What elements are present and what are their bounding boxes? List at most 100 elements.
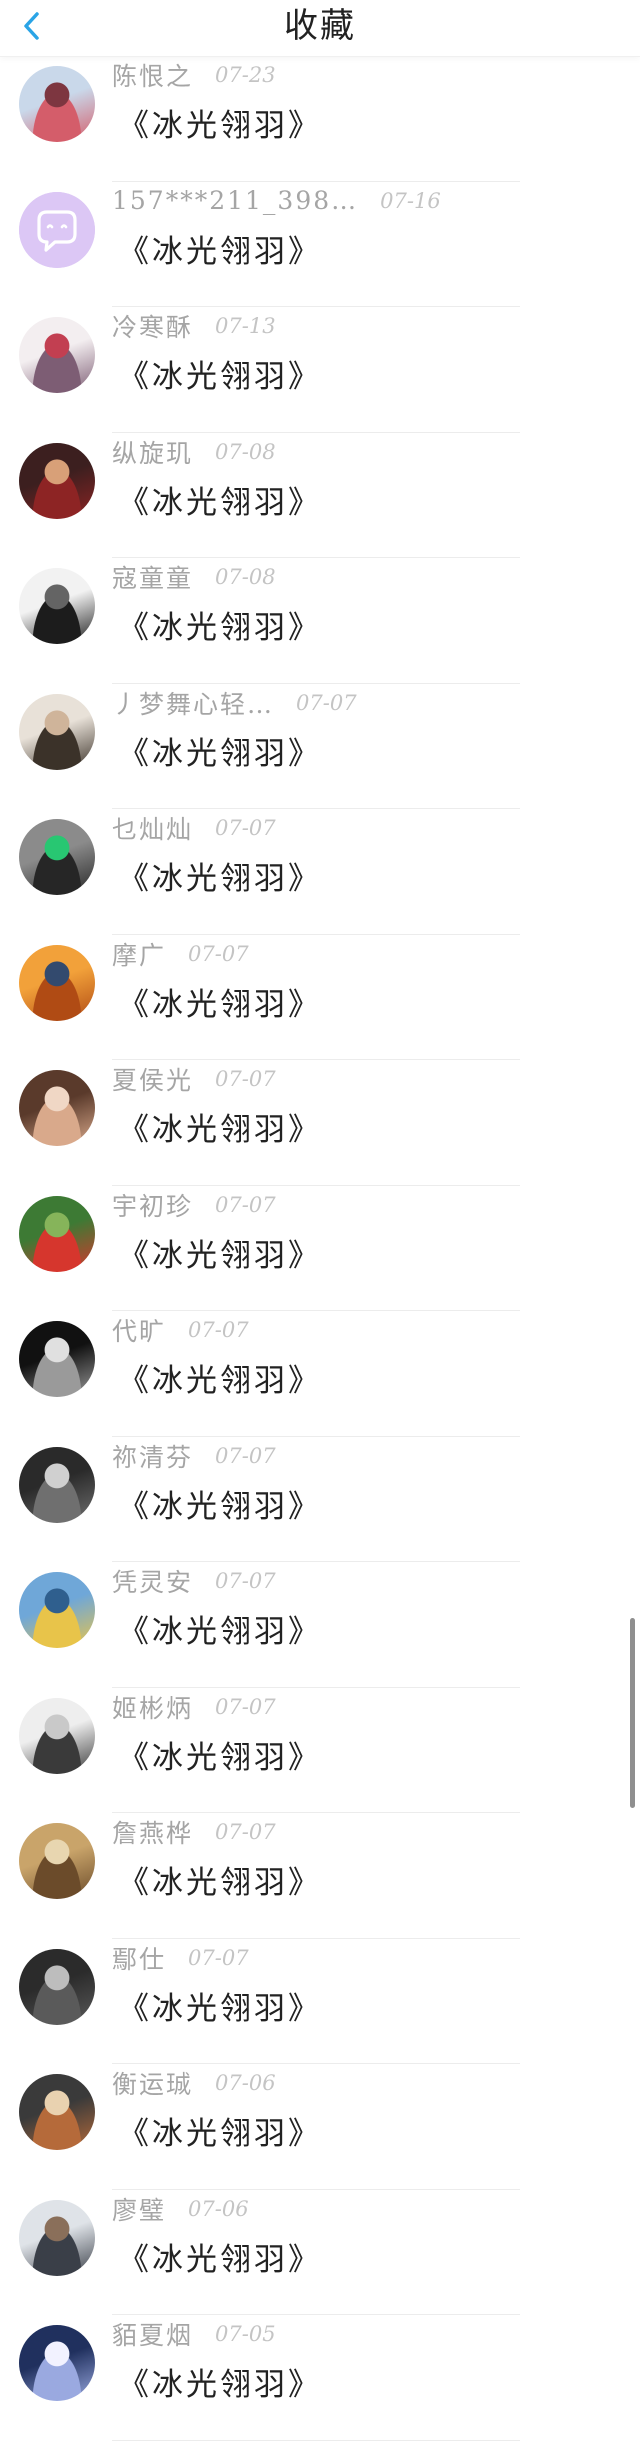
avatar[interactable] [19, 693, 95, 770]
item-date: 07-07 [296, 690, 357, 715]
book-title[interactable]: 《冰光翎羽》 [118, 853, 322, 898]
avatar[interactable] [19, 1321, 95, 1397]
book-title[interactable]: 《冰光翎羽》 [118, 1606, 322, 1651]
avatar[interactable] [19, 442, 95, 519]
avatar[interactable] [19, 2074, 95, 2150]
avatar[interactable] [19, 317, 95, 393]
avatar[interactable] [19, 2325, 95, 2401]
list-item[interactable]: 乜灿灿 07-07 《冰光翎羽》 [0, 809, 640, 935]
page-title: 收藏 [284, 6, 356, 46]
item-meta: 衡运珹 07-06 [112, 2068, 276, 2099]
list-item[interactable]: 寇童童 07-08 《冰光翎羽》 [0, 558, 640, 684]
favorites-list: 陈恨之 07-23 《冰光翎羽》 157***211_398… 07-16 《冰光翎羽》冷… [0, 56, 640, 2441]
avatar[interactable] [19, 1572, 95, 1648]
sender-name: 詹燕桦 [112, 1819, 194, 1848]
list-item[interactable]: 祢清芬 07-07 《冰光翎羽》 [0, 1437, 640, 1562]
sender-name: 衡运珹 [112, 2070, 194, 2099]
chat-bubble-avatar[interactable] [19, 191, 95, 268]
sender-name: 157***211_398… [112, 186, 359, 215]
list-item[interactable]: 廖璧 07-06 《冰光翎羽》 [0, 2190, 640, 2315]
list-item[interactable]: 衡运珹 07-06 《冰光翎羽》 [0, 2064, 640, 2190]
item-meta: 乜灿灿 07-07 [112, 813, 276, 844]
list-item[interactable]: 冷寒酥 07-13 《冰光翎羽》 [0, 307, 640, 433]
list-item[interactable]: 凭灵安 07-07 《冰光翎羽》 [0, 1562, 640, 1688]
top-bar: 收藏 [0, 0, 640, 57]
book-title[interactable]: 《冰光翎羽》 [118, 100, 322, 145]
item-meta: 夏侯光 07-07 [112, 1064, 276, 1095]
item-meta: 157***211_398… 07-16 [112, 186, 441, 216]
avatar[interactable] [19, 1823, 95, 1899]
divider [112, 2439, 520, 2441]
list-item[interactable]: 貊夏烟 07-05 《冰光翎羽》 [0, 2315, 640, 2441]
book-title[interactable]: 《冰光翎羽》 [118, 979, 322, 1024]
sender-name: 凭灵安 [112, 1568, 194, 1597]
list-item[interactable]: 鄢仕 07-07 《冰光翎羽》 [0, 1939, 640, 2064]
item-date: 07-08 [215, 565, 276, 589]
list-item[interactable]: 丿梦舞心轻… 07-07 《冰光翎羽》 [0, 684, 640, 809]
avatar[interactable] [19, 1948, 95, 2025]
item-date: 07-05 [215, 2322, 276, 2346]
list-item[interactable]: 宇初珍 07-07 《冰光翎羽》 [0, 1186, 640, 1311]
avatar[interactable] [19, 66, 95, 142]
sender-name: 祢清芬 [112, 1442, 194, 1472]
sender-name: 貊夏烟 [112, 2321, 194, 2350]
item-meta: 凭灵安 07-07 [112, 1566, 276, 1597]
book-title[interactable]: 《冰光翎羽》 [118, 2359, 322, 2404]
scrollbar[interactable] [630, 1618, 635, 1808]
sender-name: 代旷 [112, 1317, 167, 1346]
sender-name: 丿梦舞心轻… [112, 689, 275, 719]
avatar[interactable] [19, 944, 95, 1021]
sender-name: 陈恨之 [112, 62, 194, 91]
item-date: 07-08 [215, 439, 276, 464]
item-meta: 丿梦舞心轻… 07-07 [112, 688, 357, 719]
book-title[interactable]: 《冰光翎羽》 [118, 351, 322, 396]
item-meta: 姬彬炳 07-07 [112, 1692, 276, 1723]
avatar[interactable] [19, 568, 95, 644]
book-title[interactable]: 《冰光翎羽》 [118, 2108, 322, 2153]
item-meta: 貊夏烟 07-05 [112, 2319, 276, 2350]
book-title[interactable]: 《冰光翎羽》 [118, 1983, 322, 2028]
item-meta: 代旷 07-07 [112, 1315, 249, 1346]
list-item[interactable]: 157***211_398… 07-16 《冰光翎羽》 [0, 182, 640, 307]
book-title[interactable]: 《冰光翎羽》 [118, 728, 322, 773]
avatar[interactable] [19, 1446, 95, 1523]
book-title[interactable]: 《冰光翎羽》 [118, 226, 322, 271]
sender-name: 纵旋玑 [112, 438, 194, 468]
avatar[interactable] [19, 1070, 95, 1146]
item-date: 07-07 [215, 1192, 276, 1217]
list-item[interactable]: 姬彬炳 07-07 《冰光翎羽》 [0, 1688, 640, 1813]
item-meta: 陈恨之 07-23 [112, 60, 276, 91]
book-title[interactable]: 《冰光翎羽》 [118, 1732, 322, 1777]
item-meta: 冷寒酥 07-13 [112, 311, 276, 342]
item-date: 07-06 [215, 2071, 276, 2095]
sender-name: 寇童童 [112, 564, 194, 593]
list-item[interactable]: 纵旋玑 07-08 《冰光翎羽》 [0, 433, 640, 558]
sender-name: 鄢仕 [112, 1944, 167, 1974]
book-title[interactable]: 《冰光翎羽》 [118, 1230, 322, 1275]
item-date: 07-07 [215, 1067, 276, 1091]
list-item[interactable]: 詹燕桦 07-07 《冰光翎羽》 [0, 1813, 640, 1939]
item-date: 07-07 [215, 1820, 276, 1844]
book-title[interactable]: 《冰光翎羽》 [118, 477, 322, 522]
book-title[interactable]: 《冰光翎羽》 [118, 1355, 322, 1400]
avatar[interactable] [19, 1697, 95, 1774]
item-date: 07-23 [215, 63, 276, 87]
chat-bubble-icon [19, 191, 95, 268]
list-item[interactable]: 摩广 07-07 《冰光翎羽》 [0, 935, 640, 1060]
sender-name: 姬彬炳 [112, 1693, 194, 1723]
item-date: 07-07 [215, 1694, 276, 1719]
sender-name: 廖璧 [112, 2195, 167, 2225]
item-date: 07-06 [188, 2196, 249, 2221]
list-item[interactable]: 代旷 07-07 《冰光翎羽》 [0, 1311, 640, 1437]
avatar[interactable] [19, 1195, 95, 1272]
avatar[interactable] [19, 2199, 95, 2276]
avatar[interactable] [19, 819, 95, 895]
item-meta: 摩广 07-07 [112, 939, 249, 970]
book-title[interactable]: 《冰光翎羽》 [118, 1104, 322, 1149]
book-title[interactable]: 《冰光翎羽》 [118, 2234, 322, 2279]
book-title[interactable]: 《冰光翎羽》 [118, 602, 322, 647]
book-title[interactable]: 《冰光翎羽》 [118, 1481, 322, 1526]
list-item[interactable]: 夏侯光 07-07 《冰光翎羽》 [0, 1060, 640, 1186]
book-title[interactable]: 《冰光翎羽》 [118, 1857, 322, 1902]
list-item[interactable]: 陈恨之 07-23 《冰光翎羽》 [0, 56, 640, 182]
